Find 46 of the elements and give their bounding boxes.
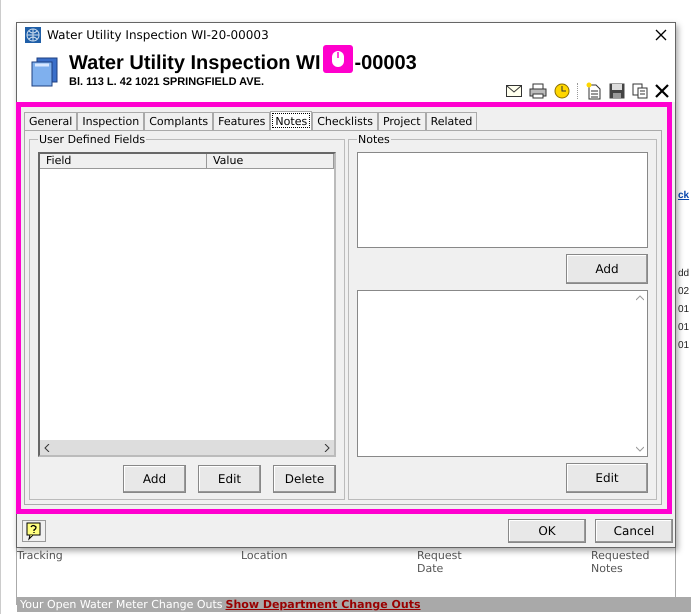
record-heading: -00003: [354, 52, 417, 74]
tab[interactable]: Features: [213, 112, 270, 130]
tab[interactable]: Complants: [144, 112, 214, 130]
link[interactable]: ck: [678, 190, 690, 201]
edit-button[interactable]: Edit: [566, 463, 648, 493]
dialog-button[interactable]: Cancel: [595, 518, 673, 542]
new-document-icon[interactable]: [586, 82, 602, 100]
group-title: Notes: [357, 133, 391, 146]
mail-icon[interactable]: [506, 85, 522, 97]
cell-text: 02: [678, 287, 690, 297]
column-header: Tracking: [17, 549, 64, 564]
tab[interactable]: Inspection: [77, 112, 144, 130]
cell-text: 01: [678, 305, 690, 315]
save-icon[interactable]: [609, 83, 625, 99]
department-link[interactable]: Show Department Change Outs: [226, 598, 421, 611]
tab[interactable]: Checklists: [312, 112, 378, 130]
close-icon[interactable]: [655, 28, 667, 40]
cell-text: 01: [678, 341, 690, 351]
help-icon[interactable]: [22, 520, 46, 542]
note-input-field[interactable]: [357, 152, 648, 248]
clock-icon[interactable]: [554, 83, 570, 99]
column-header[interactable]: Value: [207, 154, 334, 168]
horizontal-scrollbar[interactable]: [40, 440, 334, 455]
record-heading: Water Utility Inspection WI: [69, 52, 320, 74]
globe-icon: [25, 26, 41, 42]
copy-icon[interactable]: [632, 83, 648, 99]
group-title: User Defined Fields: [38, 133, 146, 146]
tab[interactable]: General: [24, 112, 78, 130]
dialog-button[interactable]: OK: [508, 518, 586, 542]
column-header: Requested Notes: [591, 549, 650, 577]
list-button[interactable]: Delete: [273, 465, 336, 493]
list-button[interactable]: Edit: [198, 465, 261, 493]
tab[interactable]: Notes: [270, 111, 312, 130]
list-button[interactable]: Add: [123, 465, 186, 493]
cell-text: 01: [678, 323, 690, 333]
tab[interactable]: Project: [378, 112, 426, 130]
record-address: Bl. 113 L. 42 1021 SPRINGFIELD AVE.: [69, 76, 266, 88]
window-title: Water Utility Inspection WI-20-00003: [47, 28, 270, 42]
section-title: Your Open Water Meter Change Outs: [20, 598, 223, 611]
tab[interactable]: Related: [426, 112, 478, 130]
add-button[interactable]: Add: [566, 254, 648, 284]
column-header: Request Date: [417, 549, 463, 577]
cell-text: dd: [678, 269, 690, 279]
close-icon[interactable]: [655, 84, 669, 98]
column-header[interactable]: Field: [40, 154, 207, 168]
printer-icon[interactable]: [529, 83, 547, 99]
